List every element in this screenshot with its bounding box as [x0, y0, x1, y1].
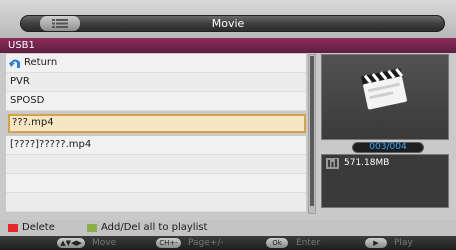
list-item-empty — [6, 193, 306, 212]
list-item-selected-file[interactable]: ???.mp4 — [8, 114, 306, 133]
list-item-label: PVR — [10, 76, 30, 87]
delete-legend: Delete — [22, 222, 55, 233]
return-arrow-icon — [9, 59, 20, 68]
list-item-label: SPOSD — [10, 95, 45, 106]
green-key-icon — [87, 224, 97, 232]
list-item-empty — [6, 155, 306, 174]
play-hint: Play — [394, 238, 413, 248]
move-hint: Move — [92, 238, 117, 248]
list-item-label: [????]?????.mp4 — [10, 139, 92, 150]
file-counter: 003/004 — [369, 142, 407, 152]
ok-key-icon: Ok — [266, 238, 288, 248]
clapperboard-icon — [361, 68, 407, 110]
list-item-return[interactable]: Return — [6, 54, 306, 73]
scrollbar-thumb[interactable] — [310, 56, 314, 206]
list-item-folder[interactable]: SPOSD — [6, 92, 306, 111]
page-hint: Page+/- — [188, 238, 224, 248]
list-item-file[interactable]: [????]?????.mp4 — [6, 136, 306, 155]
list-item-label: ???.mp4 — [12, 117, 54, 128]
list-item-folder[interactable]: PVR — [6, 73, 306, 92]
playlist-legend: Add/Del all to playlist — [101, 222, 208, 233]
window-title: Movie — [211, 17, 245, 30]
list-item-label: Return — [24, 57, 58, 68]
red-key-icon — [8, 224, 18, 232]
file-size-icon — [326, 158, 339, 169]
legend-bar — [0, 220, 456, 236]
file-size: 571.18MB — [344, 158, 390, 168]
play-key-icon: ▶ — [365, 238, 387, 248]
enter-hint: Enter — [296, 238, 321, 248]
list-item-empty — [6, 174, 306, 193]
source-header — [0, 38, 456, 53]
channel-key-icon: CH+- — [156, 238, 181, 248]
source-label: USB1 — [8, 40, 35, 51]
move-key-icon: ▲▼◀▶ — [57, 238, 85, 248]
